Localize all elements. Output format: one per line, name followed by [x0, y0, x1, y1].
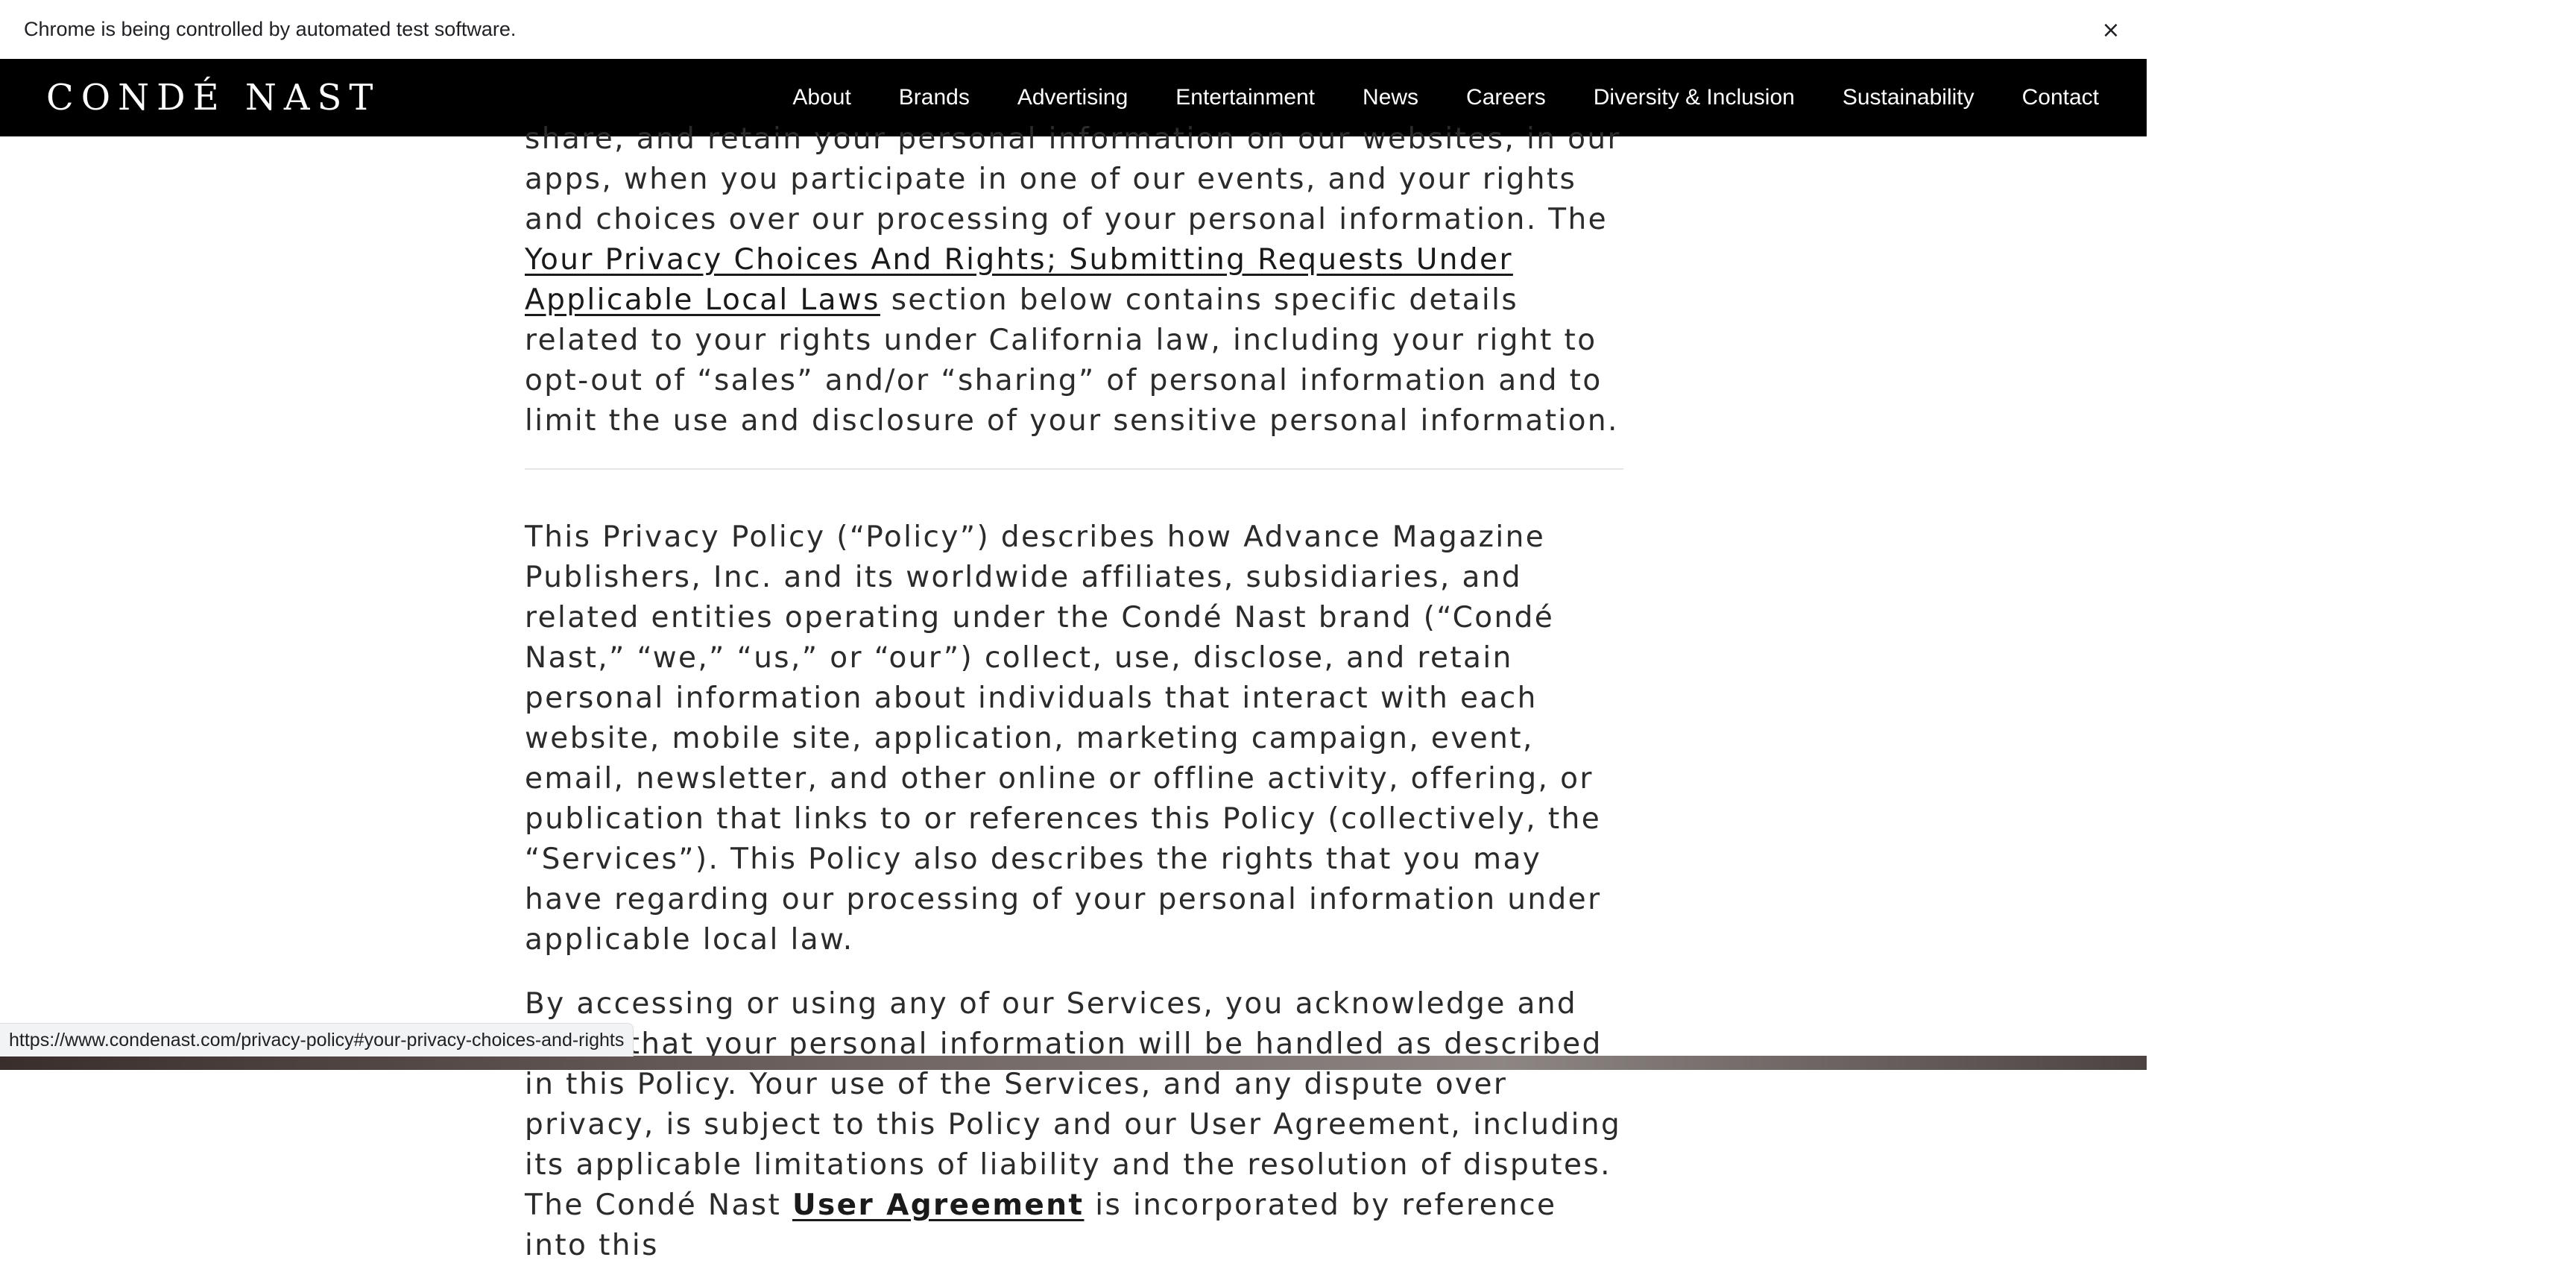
- conde-nast-logo[interactable]: CONDÉ NAST: [46, 77, 380, 119]
- nav-link-advertising[interactable]: Advertising: [1017, 85, 1128, 110]
- close-icon[interactable]: ×: [2096, 15, 2126, 45]
- infobar-message: Chrome is being controlled by automated …: [24, 18, 517, 40]
- nav-link-news[interactable]: News: [1363, 85, 1418, 110]
- acceptance-paragraph: By accessing or using any of our Service…: [525, 984, 1628, 1266]
- section-divider: [525, 468, 1623, 470]
- privacy-policy-article: share, and retain your personal informat…: [525, 119, 1628, 1266]
- nav-link-careers[interactable]: Careers: [1466, 85, 1546, 110]
- nav-link-sustainability[interactable]: Sustainability: [1843, 85, 1974, 110]
- nav-link-entertainment[interactable]: Entertainment: [1175, 85, 1315, 110]
- automation-infobar: Chrome is being controlled by automated …: [0, 0, 2147, 60]
- window-blank-area: [2147, 0, 2576, 1070]
- user-agreement-link[interactable]: User Agreement: [792, 1188, 1084, 1222]
- link-status-bubble: https://www.condenast.com/privacy-policy…: [0, 1023, 634, 1056]
- policy-description-paragraph: This Privacy Policy (“Policy”) describes…: [525, 520, 1602, 957]
- nav-link-brands[interactable]: Brands: [899, 85, 970, 110]
- acceptance-text-start: By accessing or using any of our Service…: [525, 987, 1622, 1222]
- page-bottom-edge: [0, 1056, 2147, 1070]
- nav-link-about[interactable]: About: [792, 85, 850, 110]
- nav-link-contact[interactable]: Contact: [2022, 85, 2099, 110]
- nav-link-diversity-inclusion[interactable]: Diversity & Inclusion: [1594, 85, 1795, 110]
- intro-text-start: share, and retain your personal informat…: [525, 122, 1621, 236]
- intro-paragraph: share, and retain your personal informat…: [525, 119, 1628, 441]
